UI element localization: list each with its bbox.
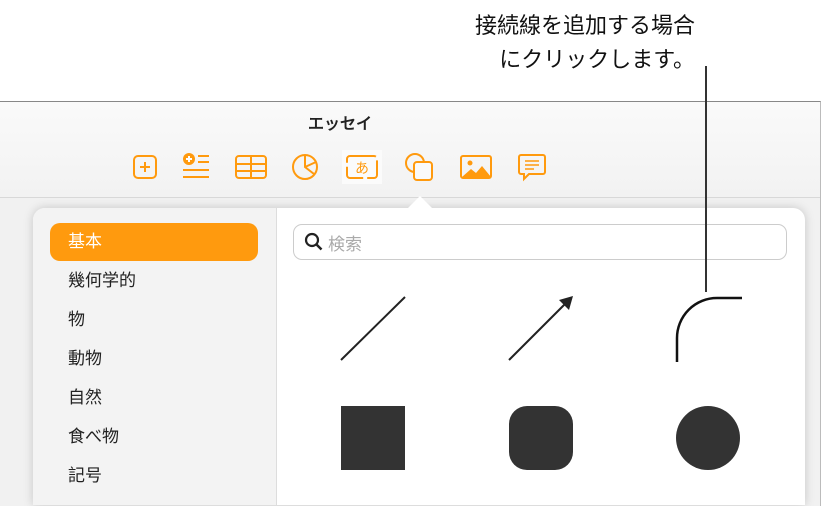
text-list-icon — [183, 153, 209, 178]
media-icon — [460, 155, 492, 179]
shape-icon — [405, 153, 433, 181]
text-box-icon: あ — [346, 155, 378, 179]
media-button[interactable] — [459, 150, 493, 184]
shape-curved-connection-line[interactable] — [675, 296, 742, 362]
shape-arrow[interactable] — [508, 296, 573, 361]
chart-button[interactable] — [288, 150, 322, 184]
toolbar: エッセイ あ — [0, 102, 820, 198]
shape-grid — [340, 296, 742, 470]
shape-button[interactable] — [402, 150, 436, 184]
svg-text:あ: あ — [355, 161, 369, 177]
chart-icon — [292, 154, 318, 180]
callout-line-1: 接続線を追加する場合 — [474, 14, 695, 39]
callout-line-2: にクリックします。 — [499, 48, 695, 73]
comment-button[interactable] — [515, 150, 549, 184]
text-box-button[interactable]: あ — [342, 150, 382, 184]
table-button[interactable] — [234, 150, 268, 184]
shape-circle[interactable] — [676, 406, 740, 470]
shapes-popover: 基本 幾何学的 物 動物 自然 食べ物 記号 検索 — [33, 208, 805, 505]
comment-icon — [518, 154, 546, 182]
shape-rounded-square[interactable] — [509, 406, 573, 470]
shape-line[interactable] — [340, 296, 406, 361]
table-icon — [235, 155, 267, 179]
popover-arrow — [408, 196, 432, 208]
callout: 接続線を追加する場合 にクリックします。 — [475, 10, 695, 78]
document-title: エッセイ — [307, 114, 372, 133]
insert-icon — [133, 155, 157, 179]
shape-square[interactable] — [341, 406, 405, 470]
text-list-button[interactable] — [179, 150, 213, 184]
callout-leader-line — [705, 66, 707, 292]
insert-button[interactable] — [128, 150, 162, 184]
